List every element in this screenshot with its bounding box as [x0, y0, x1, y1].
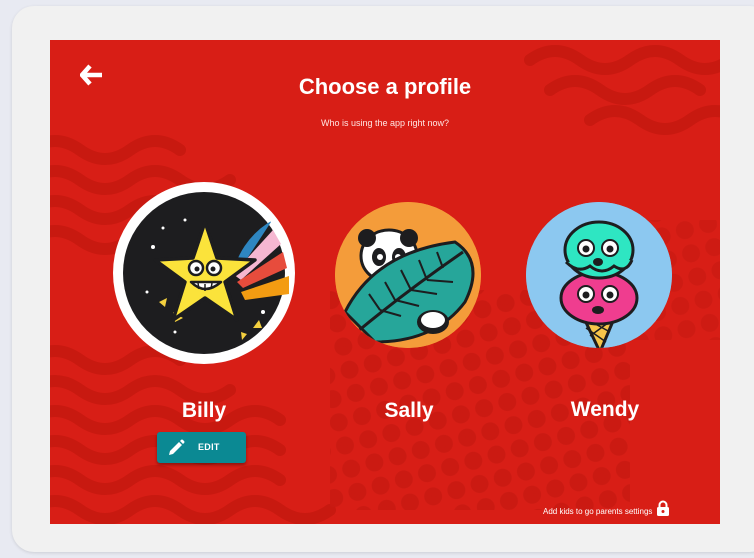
page-subtitle: Who is using the app right now? — [320, 118, 450, 128]
lock-icon — [657, 500, 669, 516]
panda-avatar[interactable] — [335, 202, 481, 348]
pencil-icon — [169, 439, 185, 455]
profile-name-wendy[interactable]: Wendy — [525, 398, 685, 422]
profile-wendy[interactable]: Wendy — [50, 40, 672, 421]
ice-cream-avatar[interactable] — [526, 202, 672, 348]
edit-button-label: EDIT — [198, 442, 220, 452]
page-title: Choose a profile — [298, 74, 472, 99]
parent-settings-label: Add kids to go parents settings — [543, 507, 653, 516]
profile-screen: Choose a profile Who is using the app ri… — [50, 40, 720, 524]
star-avatar[interactable] — [113, 182, 295, 364]
profile-name-sally[interactable]: Sally — [329, 399, 489, 423]
profile-name-billy[interactable]: Billy — [124, 399, 284, 423]
edit-profile-button[interactable]: EDIT — [157, 432, 246, 463]
